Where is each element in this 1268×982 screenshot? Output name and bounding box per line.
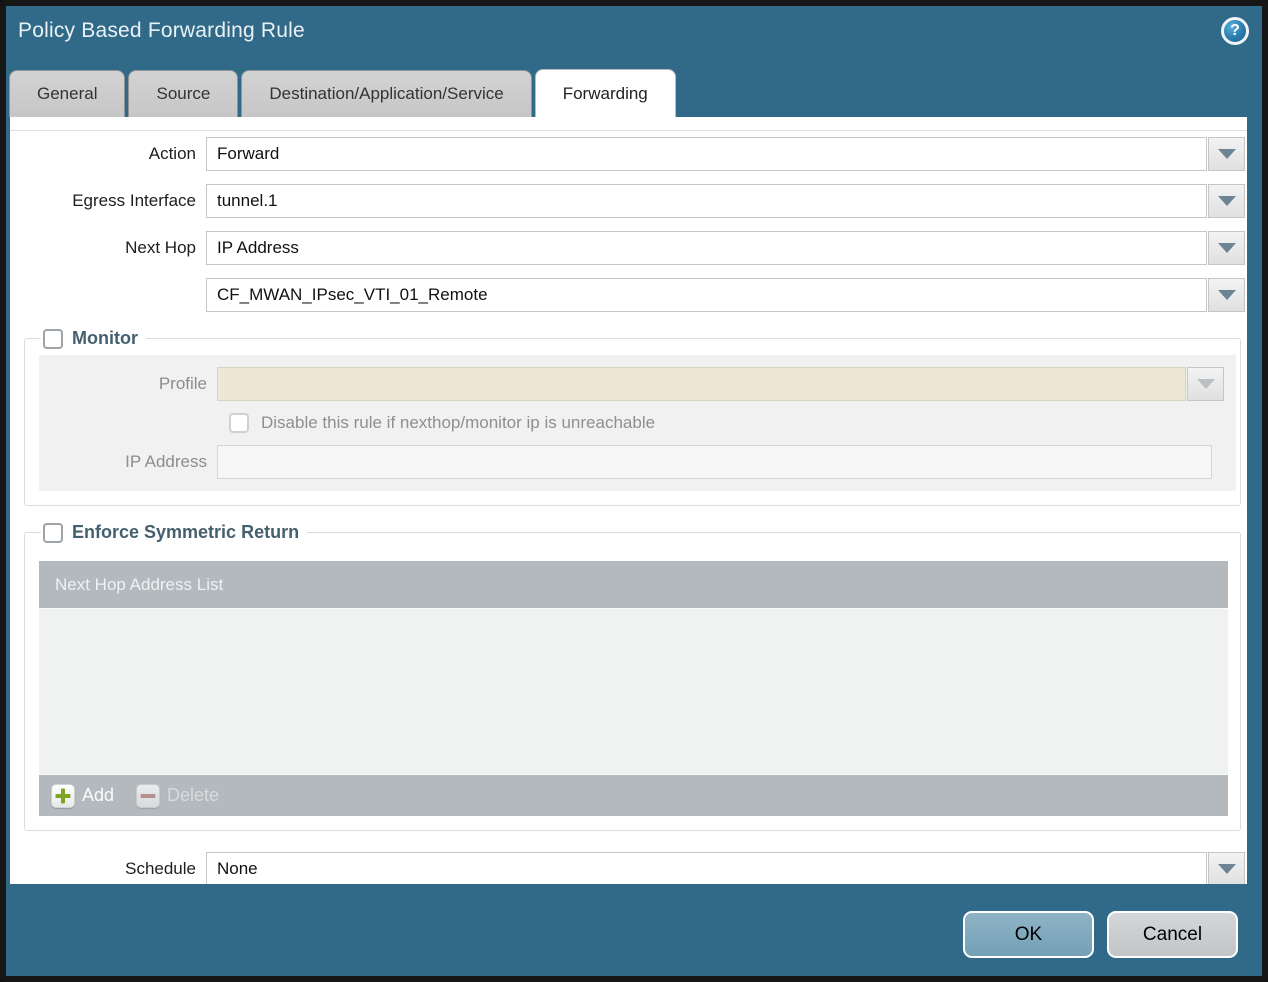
add-button-label: Add <box>82 785 115 805</box>
symmetric-return-legend-label: Enforce Symmetric Return <box>72 522 300 542</box>
action-input[interactable] <box>206 137 1207 171</box>
action-row: Action <box>10 137 1245 171</box>
profile-dropdown-button <box>1187 367 1224 401</box>
egress-interface-label: Egress Interface <box>72 191 196 210</box>
tab-bar: General Source Destination/Application/S… <box>6 56 1262 117</box>
pbf-rule-dialog: Policy Based Forwarding Rule ? General S… <box>0 0 1268 982</box>
schedule-dropdown-button[interactable] <box>1208 852 1245 884</box>
help-icon[interactable]: ? <box>1221 17 1249 45</box>
monitor-ip-address-label: IP Address <box>125 452 207 471</box>
next-hop-address-row <box>10 278 1245 312</box>
table-header: Next Hop Address List <box>39 561 1228 609</box>
profile-row: Profile <box>39 367 1224 401</box>
profile-combo <box>217 367 1224 401</box>
monitor-checkbox[interactable] <box>43 328 63 349</box>
action-dropdown-button[interactable] <box>1208 137 1245 171</box>
monitor-panel: Profile Disable this rule if nexthop/mon… <box>39 355 1236 491</box>
ok-button[interactable]: OK <box>963 911 1094 958</box>
content-divider <box>10 130 1247 131</box>
chevron-down-icon <box>1196 379 1215 389</box>
tab-forwarding[interactable]: Forwarding <box>534 69 676 117</box>
schedule-input[interactable] <box>206 852 1207 884</box>
next-hop-label: Next Hop <box>125 238 196 257</box>
chevron-down-icon <box>1217 243 1236 253</box>
next-hop-dropdown-button[interactable] <box>1208 231 1245 265</box>
table-footer: Add Delete <box>39 774 1228 816</box>
action-combo <box>206 137 1245 171</box>
plus-icon <box>51 783 75 808</box>
dialog-titlebar: Policy Based Forwarding Rule ? <box>6 6 1262 56</box>
chevron-down-icon <box>1217 290 1236 300</box>
next-hop-address-dropdown-button[interactable] <box>1208 278 1245 312</box>
tab-source[interactable]: Source <box>128 70 239 117</box>
dialog-footer: OK Cancel <box>6 884 1262 976</box>
monitor-ip-address-row: IP Address <box>39 445 1224 479</box>
next-hop-address-table: Next Hop Address List Add Delete <box>39 561 1228 816</box>
monitor-ip-address-input <box>217 445 1212 479</box>
delete-button-label: Delete <box>167 785 220 805</box>
next-hop-address-combo <box>206 278 1245 312</box>
table-body-empty[interactable] <box>39 609 1228 774</box>
next-hop-address-input[interactable] <box>206 278 1207 312</box>
symmetric-return-checkbox[interactable] <box>43 522 63 543</box>
table-header-label: Next Hop Address List <box>55 574 224 594</box>
chevron-down-icon <box>1217 196 1236 206</box>
minus-icon <box>136 783 161 808</box>
action-label: Action <box>148 144 196 163</box>
tab-general[interactable]: General <box>9 70 126 117</box>
next-hop-type-input[interactable] <box>206 231 1207 265</box>
disable-rule-label: Disable this rule if nexthop/monitor ip … <box>261 413 656 432</box>
schedule-row: Schedule <box>10 852 1245 884</box>
tab-panel-forwarding: Action Egress Interface Next Hop <box>10 117 1247 884</box>
monitor-legend-label: Monitor <box>72 328 138 348</box>
egress-interface-dropdown-button[interactable] <box>1208 184 1245 218</box>
add-button[interactable]: Add <box>51 783 115 808</box>
schedule-combo <box>206 852 1245 884</box>
egress-interface-combo <box>206 184 1245 218</box>
disable-rule-checkbox <box>229 413 249 433</box>
cancel-button[interactable]: Cancel <box>1107 911 1238 958</box>
chevron-down-icon <box>1217 864 1236 874</box>
disable-rule-row: Disable this rule if nexthop/monitor ip … <box>39 413 1224 433</box>
dialog-title: Policy Based Forwarding Rule <box>18 19 305 42</box>
tab-destination-application-service[interactable]: Destination/Application/Service <box>241 70 532 117</box>
profile-label: Profile <box>158 374 207 393</box>
monitor-legend: Monitor <box>41 328 146 349</box>
symmetric-return-fieldset: Enforce Symmetric Return Next Hop Addres… <box>24 522 1241 831</box>
symmetric-return-legend: Enforce Symmetric Return <box>41 522 307 543</box>
egress-interface-row: Egress Interface <box>10 184 1245 218</box>
next-hop-row: Next Hop <box>10 231 1245 265</box>
schedule-label: Schedule <box>125 859 196 878</box>
profile-input <box>217 367 1186 401</box>
monitor-fieldset: Monitor Profile Disable this rule if nex… <box>24 328 1241 506</box>
next-hop-combo <box>206 231 1245 265</box>
chevron-down-icon <box>1217 149 1236 159</box>
delete-button: Delete <box>136 783 220 808</box>
egress-interface-input[interactable] <box>206 184 1207 218</box>
